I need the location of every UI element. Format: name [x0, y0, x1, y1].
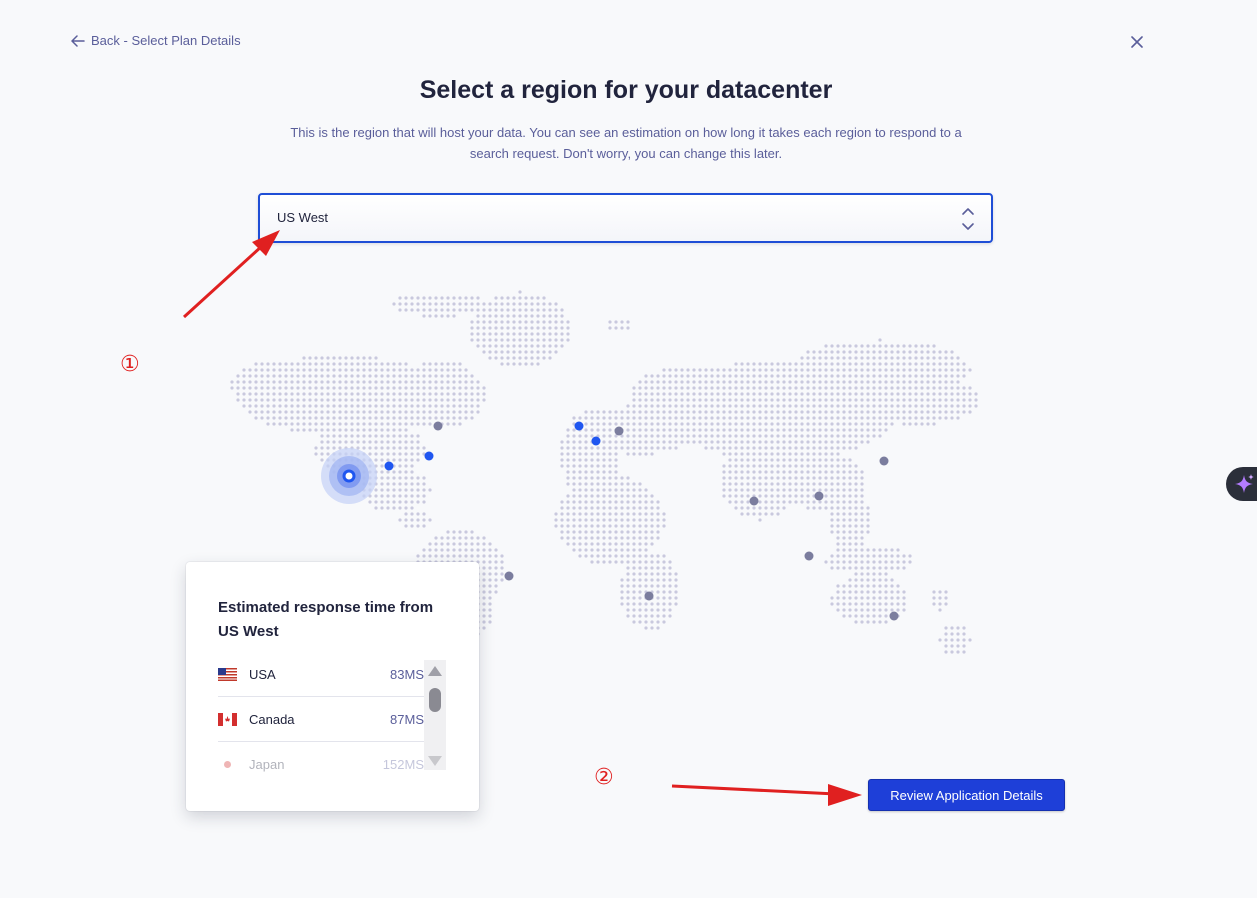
annotation-arrow-2 — [671, 784, 862, 806]
annotation-arrow-1 — [182, 230, 280, 319]
annotation-arrows — [182, 230, 862, 806]
ai-assistant-button[interactable] — [1226, 467, 1257, 501]
sparkle-icon — [1235, 474, 1254, 493]
